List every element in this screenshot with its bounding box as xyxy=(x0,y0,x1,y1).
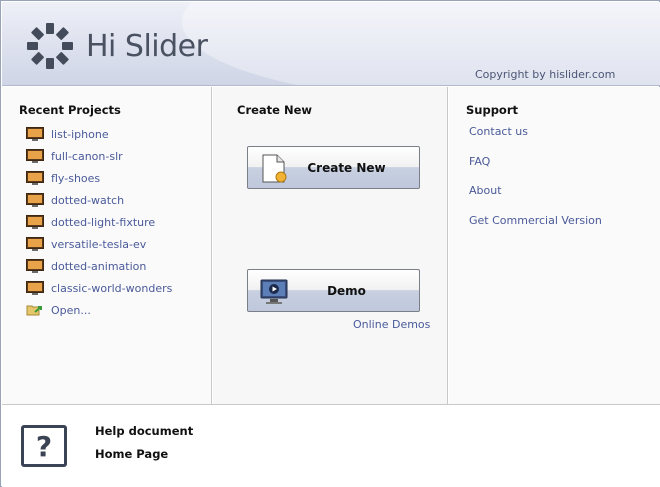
contact-us-link[interactable]: Contact us xyxy=(469,125,602,155)
recent-project-item[interactable]: list-iphone xyxy=(26,123,172,145)
recent-project-label: versatile-tesla-ev xyxy=(51,237,147,251)
recent-project-label: full-canon-slr xyxy=(51,149,123,163)
create-new-button-label: Create New xyxy=(307,161,386,175)
recent-project-label: classic-world-wonders xyxy=(51,281,173,295)
create-new-button[interactable]: Create New xyxy=(247,146,420,189)
help-document-link[interactable]: Help document xyxy=(95,424,193,438)
open-project-item[interactable]: Open... xyxy=(26,299,172,321)
home-page-link[interactable]: Home Page xyxy=(95,447,168,461)
get-commercial-version-link[interactable]: Get Commercial Version xyxy=(469,214,602,244)
recent-projects-list: list-iphone full-canon-slr fly-shoes dot… xyxy=(26,123,172,321)
recent-project-label: dotted-watch xyxy=(51,193,125,207)
create-new-panel: Create New Create New Demo Online Demos xyxy=(213,87,448,404)
support-links: Contact us FAQ About Get Commercial Vers… xyxy=(469,125,602,243)
header-banner: Hi Slider Copyright by hislider.com xyxy=(2,2,660,86)
support-title: Support xyxy=(466,103,519,117)
demo-button-label: Demo xyxy=(327,284,366,298)
create-new-title: Create New xyxy=(237,103,313,117)
copyright-text: Copyright by hislider.com xyxy=(475,68,616,81)
recent-project-item[interactable]: fly-shoes xyxy=(26,167,172,189)
recent-project-item[interactable]: classic-world-wonders xyxy=(26,277,172,299)
slideshow-project-icon xyxy=(26,215,44,229)
start-window: Hi Slider Copyright by hislider.com Rece… xyxy=(0,0,660,487)
recent-project-label: dotted-animation xyxy=(51,259,147,273)
faq-link[interactable]: FAQ xyxy=(469,155,602,185)
hislider-logo-icon xyxy=(27,23,73,69)
about-link[interactable]: About xyxy=(469,184,602,214)
recent-project-item[interactable]: full-canon-slr xyxy=(26,145,172,167)
slideshow-project-icon xyxy=(26,127,44,141)
recent-project-label: fly-shoes xyxy=(51,171,101,185)
recent-project-item[interactable]: versatile-tesla-ev xyxy=(26,233,172,255)
recent-project-label: dotted-light-fixture xyxy=(51,215,156,229)
slideshow-project-icon xyxy=(26,281,44,295)
app-logo: Hi Slider xyxy=(26,22,208,70)
online-demos-link[interactable]: Online Demos xyxy=(353,318,430,331)
slideshow-project-icon xyxy=(26,237,44,251)
recent-projects-panel: Recent Projects list-iphone full-canon-s… xyxy=(2,87,212,404)
slideshow-project-icon xyxy=(26,193,44,207)
recent-project-item[interactable]: dotted-animation xyxy=(26,255,172,277)
open-folder-icon xyxy=(26,305,42,316)
help-question-icon: ? xyxy=(21,425,67,467)
slideshow-project-icon xyxy=(26,171,44,185)
recent-project-item[interactable]: dotted-light-fixture xyxy=(26,211,172,233)
app-name: Hi Slider xyxy=(86,28,208,64)
recent-project-item[interactable]: dotted-watch xyxy=(26,189,172,211)
recent-projects-title: Recent Projects xyxy=(19,103,121,117)
slideshow-project-icon xyxy=(26,149,44,163)
demo-button[interactable]: Demo xyxy=(247,269,420,312)
recent-project-label: list-iphone xyxy=(51,127,109,141)
open-project-label: Open... xyxy=(51,303,91,317)
support-panel: Support Contact us FAQ About Get Commerc… xyxy=(449,87,660,404)
slideshow-project-icon xyxy=(26,259,44,273)
footer-help-bar: ? Help document Home Page xyxy=(2,404,660,487)
